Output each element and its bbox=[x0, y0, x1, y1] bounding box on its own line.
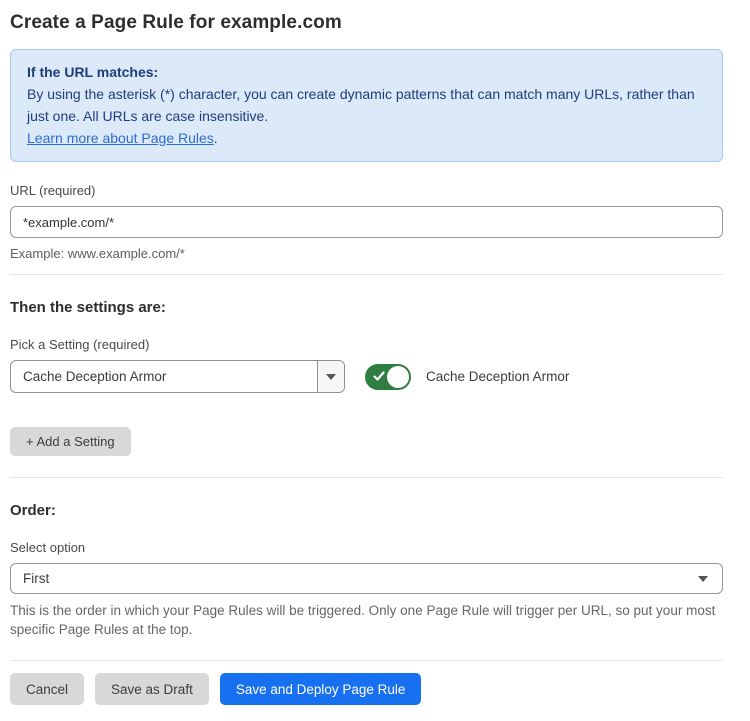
url-field-helper: Example: www.example.com/* bbox=[10, 246, 723, 261]
divider bbox=[10, 477, 723, 478]
info-box-body: By using the asterisk (*) character, you… bbox=[27, 83, 706, 127]
url-field-label: URL (required) bbox=[10, 183, 723, 198]
info-box-link-line: Learn more about Page Rules. bbox=[27, 127, 706, 149]
setting-toggle[interactable] bbox=[365, 364, 411, 390]
url-match-info-box: If the URL matches: By using the asteris… bbox=[10, 49, 723, 162]
order-select-value: First bbox=[23, 571, 49, 586]
caret-down-icon bbox=[326, 374, 336, 380]
cancel-button[interactable]: Cancel bbox=[10, 673, 84, 705]
check-icon bbox=[373, 370, 385, 382]
add-setting-button[interactable]: + Add a Setting bbox=[10, 427, 131, 456]
divider bbox=[10, 274, 723, 275]
save-and-deploy-button[interactable]: Save and Deploy Page Rule bbox=[220, 673, 422, 705]
action-button-row: Cancel Save as Draft Save and Deploy Pag… bbox=[10, 673, 723, 721]
order-select-label: Select option bbox=[10, 540, 723, 555]
order-section-heading: Order: bbox=[10, 502, 723, 519]
setting-toggle-label: Cache Deception Armor bbox=[426, 369, 569, 384]
save-as-draft-button[interactable]: Save as Draft bbox=[95, 673, 209, 705]
settings-section-heading: Then the settings are: bbox=[10, 299, 723, 316]
create-page-rule-form: Create a Page Rule for example.com If th… bbox=[10, 0, 723, 721]
info-box-heading: If the URL matches: bbox=[27, 61, 706, 83]
toggle-knob bbox=[387, 366, 409, 388]
link-suffix: . bbox=[214, 130, 218, 146]
url-input[interactable] bbox=[10, 206, 723, 238]
setting-select[interactable]: Cache Deception Armor bbox=[10, 360, 345, 393]
setting-row: Cache Deception Armor Cache Deception Ar… bbox=[10, 360, 723, 393]
divider bbox=[10, 660, 723, 661]
caret-down-icon bbox=[698, 576, 708, 582]
setting-picker-label: Pick a Setting (required) bbox=[10, 337, 723, 352]
learn-more-link[interactable]: Learn more about Page Rules bbox=[27, 130, 214, 146]
order-helper-text: This is the order in which your Page Rul… bbox=[10, 601, 723, 639]
setting-select-value: Cache Deception Armor bbox=[11, 361, 317, 392]
page-title: Create a Page Rule for example.com bbox=[10, 12, 723, 34]
order-select[interactable]: First bbox=[10, 563, 723, 594]
setting-select-arrow-button[interactable] bbox=[317, 361, 344, 392]
